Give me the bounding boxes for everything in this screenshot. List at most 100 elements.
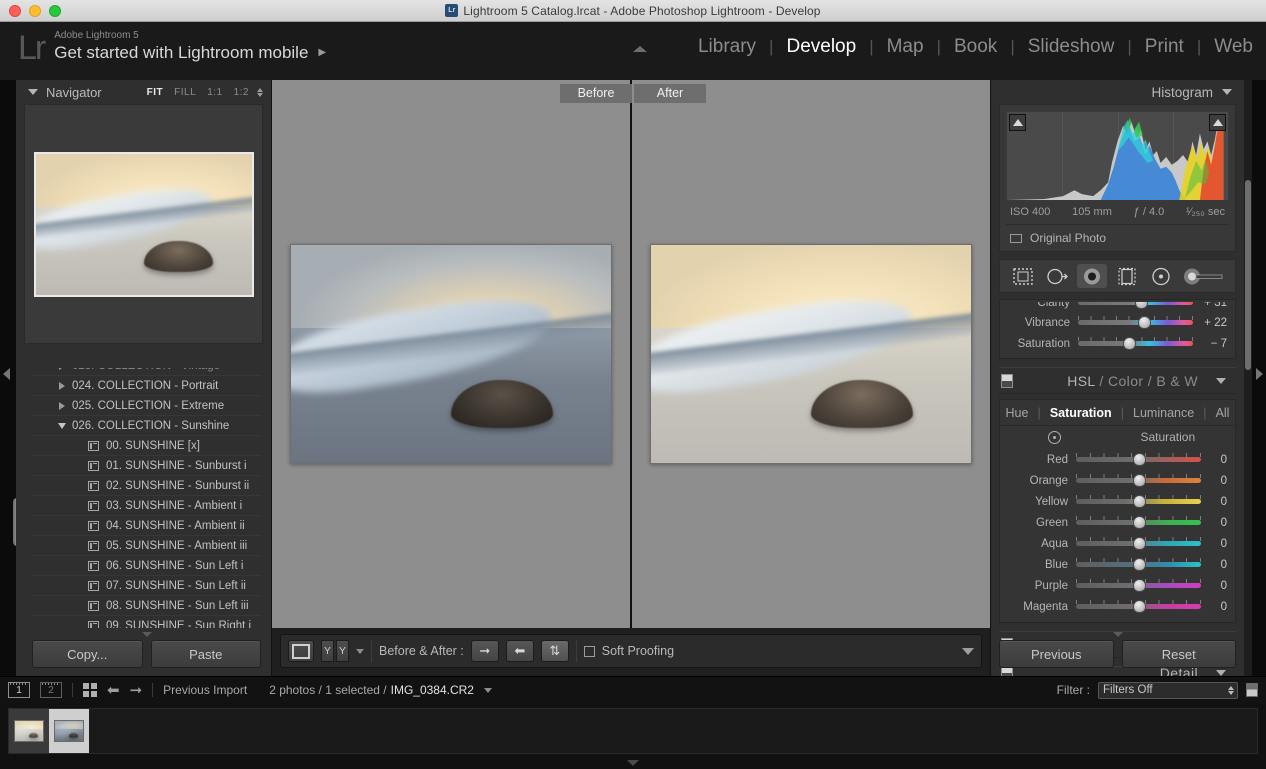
hsl-tab-saturation[interactable]: Saturation [1048, 406, 1114, 420]
chevron-down-icon[interactable] [28, 89, 38, 95]
graduated-filter-tool[interactable] [1112, 264, 1142, 288]
play-arrow-icon[interactable]: ▶ [318, 42, 326, 63]
view-options-chevron-icon[interactable] [356, 648, 364, 654]
hsl-panel-header[interactable]: HSL / Color / B & W [999, 367, 1236, 394]
collection-row[interactable]: 09. SUNSHINE - Sun Right i [32, 616, 261, 628]
go-back-arrow-icon[interactable]: ⬅ [107, 681, 120, 699]
soft-proofing-checkbox[interactable] [583, 645, 595, 657]
highlight-clipping-button[interactable] [1209, 114, 1226, 131]
left-panel-collapse-icon[interactable] [3, 368, 10, 380]
collection-set-row[interactable]: 024. COLLECTION - Portrait [32, 376, 261, 396]
histogram-graph[interactable] [1006, 111, 1229, 201]
spot-removal-tool[interactable] [1043, 264, 1073, 288]
navigator-preview[interactable] [24, 104, 263, 344]
filmstrip-item[interactable] [49, 709, 89, 753]
copy-before-to-after-button[interactable]: ⬅ [505, 640, 534, 662]
shadow-clipping-button[interactable] [1009, 114, 1026, 131]
collection-row[interactable]: 08. SUNSHINE - Sun Left iii [32, 596, 261, 616]
hsl-slider-track[interactable] [1076, 495, 1201, 508]
collection-set-row[interactable]: 023. COLLECTION - Vintage [32, 368, 261, 376]
chevron-right-icon[interactable] [54, 381, 70, 390]
hsl-slider-row-red[interactable]: Red 0 [1000, 449, 1235, 470]
zoom-spinner-icon[interactable] [257, 87, 263, 97]
compare-left-icon[interactable]: Y [321, 640, 334, 662]
filename-chevron-icon[interactable] [483, 687, 492, 693]
collection-row[interactable]: 04. SUNSHINE - Ambient ii [32, 516, 261, 536]
chevron-down-icon[interactable] [1222, 89, 1232, 95]
left-panel-edge[interactable] [0, 80, 22, 676]
soft-proofing-label[interactable]: Soft Proofing [602, 644, 674, 658]
hsl-header-hsl[interactable]: HSL [1067, 373, 1095, 389]
collection-row[interactable]: 02. SUNSHINE - Sunburst ii [32, 476, 261, 496]
module-tab-library[interactable]: Library [685, 36, 769, 58]
before-pane[interactable] [272, 80, 630, 628]
collection-row[interactable]: 06. SUNSHINE - Sun Left i [32, 556, 261, 576]
previous-button[interactable]: Previous [999, 640, 1114, 668]
original-photo-checkbox[interactable] [1010, 233, 1022, 243]
adjustment-brush-tool[interactable] [1181, 264, 1227, 288]
crop-overlay-tool[interactable] [1008, 264, 1038, 288]
top-panel-toggle-icon[interactable] [633, 46, 647, 52]
hsl-slider-row-blue[interactable]: Blue 0 [1000, 554, 1235, 575]
hsl-panel-switch[interactable] [1001, 373, 1013, 388]
filter-spinner-icon[interactable] [1228, 685, 1234, 695]
saturation-slider-row[interactable]: Saturation − 7 [1000, 333, 1235, 354]
hsl-slider-track[interactable] [1076, 474, 1201, 487]
red-eye-correction-tool[interactable] [1077, 264, 1108, 288]
vibrance-track[interactable] [1078, 316, 1193, 329]
hsl-tab-all[interactable]: All [1214, 406, 1232, 420]
compare-right-icon[interactable]: Y [336, 640, 349, 662]
toolbar-options-chevron-icon[interactable] [962, 647, 974, 655]
identity-plate[interactable]: Lr Adobe Lightroom 5 Get started with Li… [18, 29, 326, 65]
right-panel-collapse-icon[interactable] [1256, 368, 1263, 380]
paste-settings-button[interactable]: Paste [150, 640, 261, 668]
clarity-slider-row[interactable]: Clarity + 31 [1000, 302, 1235, 312]
module-tab-print[interactable]: Print [1132, 36, 1197, 58]
hsl-collapse-chevron-icon[interactable] [1216, 377, 1226, 384]
hsl-slider-row-orange[interactable]: Orange 0 [1000, 470, 1235, 491]
collection-row[interactable]: 07. SUNSHINE - Sun Left ii [32, 576, 261, 596]
hsl-slider-row-purple[interactable]: Purple 0 [1000, 575, 1235, 596]
original-photo-row[interactable]: Original Photo [1006, 224, 1229, 251]
hsl-header-bw[interactable]: B & W [1156, 373, 1198, 389]
hsl-slider-row-magenta[interactable]: Magenta 0 [1000, 596, 1235, 617]
chevron-right-icon[interactable] [54, 368, 70, 370]
current-filename[interactable]: IMG_0384.CR2 [391, 683, 474, 697]
zoom-mode-fill[interactable]: FILL [174, 87, 196, 98]
collection-set-row[interactable]: 026. COLLECTION - Sunshine [32, 416, 261, 436]
navigator-header[interactable]: Navigator FIT FILL 1:1 1:2 [16, 80, 271, 104]
filter-lock-button[interactable] [1246, 683, 1258, 697]
go-forward-arrow-icon[interactable]: ➞ [130, 681, 143, 699]
collection-row[interactable]: 03. SUNSHINE - Ambient i [32, 496, 261, 516]
filmstrip-item[interactable] [9, 709, 49, 753]
copy-after-to-before-button[interactable]: ➞ [470, 640, 499, 662]
module-tab-web[interactable]: Web [1201, 36, 1266, 58]
swap-before-after-button[interactable]: ⇅ [540, 640, 569, 662]
source-label[interactable]: Previous Import [163, 683, 247, 697]
reset-button[interactable]: Reset [1121, 640, 1236, 668]
copy-settings-button[interactable]: Copy... [32, 640, 143, 668]
hsl-slider-track[interactable] [1076, 453, 1201, 466]
secondary-screen-button[interactable]: 2 [40, 682, 62, 698]
chevron-right-icon[interactable] [54, 401, 70, 410]
zoom-mode-1-1[interactable]: 1:1 [207, 87, 222, 98]
radial-filter-tool[interactable] [1146, 264, 1176, 288]
saturation-track[interactable] [1078, 337, 1193, 350]
chevron-down-icon[interactable] [54, 422, 70, 429]
grid-view-icon[interactable] [83, 683, 97, 697]
filter-select[interactable]: Filters Off [1098, 681, 1238, 699]
hsl-slider-track[interactable] [1076, 558, 1201, 571]
vibrance-slider-row[interactable]: Vibrance + 22 [1000, 312, 1235, 333]
right-panel-footer-toggle-icon[interactable] [1112, 632, 1123, 637]
clarity-track[interactable] [1078, 302, 1193, 309]
hsl-tab-hue[interactable]: Hue [1004, 406, 1031, 420]
hsl-tab-luminance[interactable]: Luminance [1131, 406, 1196, 420]
filmstrip-collapse-icon[interactable] [627, 760, 639, 766]
hsl-slider-track[interactable] [1076, 600, 1201, 613]
hsl-slider-track[interactable] [1076, 537, 1201, 550]
collection-set-row[interactable]: 025. COLLECTION - Extreme [32, 396, 261, 416]
hsl-header-color[interactable]: Color [1108, 373, 1143, 389]
hsl-slider-track[interactable] [1076, 579, 1201, 592]
collection-row[interactable]: 01. SUNSHINE - Sunburst i [32, 456, 261, 476]
zoom-mode-1-2[interactable]: 1:2 [234, 87, 249, 98]
